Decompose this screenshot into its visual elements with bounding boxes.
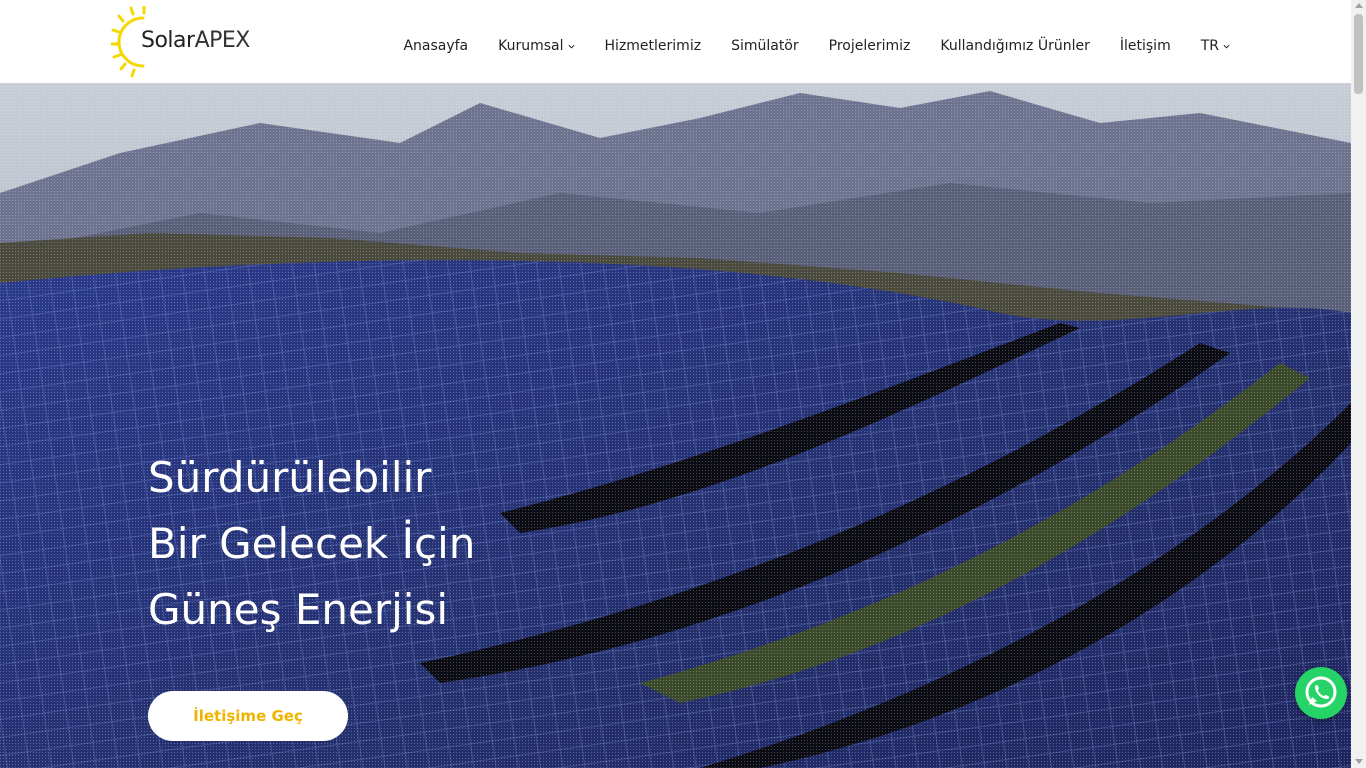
nav-label: Kullandığımız Ürünler bbox=[940, 38, 1090, 54]
nav-label: Anasayfa bbox=[403, 38, 469, 54]
logo-solar: Solar bbox=[141, 28, 195, 53]
logo-apex: APEX bbox=[194, 28, 251, 53]
logo-wordmark: SolarAPEX bbox=[141, 28, 250, 53]
nav-label: Kurumsal bbox=[498, 38, 564, 54]
hero-title-line: Bir Gelecek İçin bbox=[148, 519, 476, 568]
nav-label: Hizmetlerimiz bbox=[604, 38, 702, 54]
hero-section: Sürdürülebilir Bir Gelecek İçin Güneş En… bbox=[0, 83, 1351, 768]
whatsapp-icon bbox=[1305, 676, 1337, 708]
solarapex-logo[interactable]: SolarAPEX bbox=[111, 6, 251, 78]
chevron-down-icon bbox=[568, 44, 575, 49]
nav-item-projelerimiz[interactable]: Projelerimiz bbox=[829, 38, 911, 54]
main-nav: Anasayfa Kurumsal Hizmetlerimiz Simülatö… bbox=[403, 36, 1230, 56]
nav-item-simulator[interactable]: Simülatör bbox=[731, 38, 799, 54]
nav-label: İletişim bbox=[1119, 38, 1171, 54]
nav-item-urunler[interactable]: Kullandığımız Ürünler bbox=[940, 38, 1089, 54]
scrollbar-thumb[interactable] bbox=[1354, 14, 1363, 94]
contact-cta-button[interactable]: İletişime Geç bbox=[148, 691, 348, 741]
language-selector[interactable]: TR bbox=[1201, 38, 1230, 54]
hero-title-line: Sürdürülebilir bbox=[148, 453, 432, 502]
nav-label: Simülatör bbox=[731, 38, 799, 54]
nav-label: Projelerimiz bbox=[828, 38, 911, 54]
page-scrollbar[interactable] bbox=[1351, 0, 1366, 768]
hero-background-image bbox=[0, 83, 1351, 768]
chevron-down-icon bbox=[1223, 44, 1230, 49]
nav-item-iletisim[interactable]: İletişim bbox=[1120, 38, 1171, 54]
hero-title-line: Güneş Enerjisi bbox=[148, 585, 449, 634]
hero-title: Sürdürülebilir Bir Gelecek İçin Güneş En… bbox=[148, 445, 475, 643]
whatsapp-chat-button[interactable] bbox=[1295, 667, 1347, 719]
site-header: SolarAPEX Anasayfa Kurumsal Hizmetlerimi… bbox=[0, 0, 1351, 83]
nav-item-anasayfa[interactable]: Anasayfa bbox=[403, 38, 468, 54]
nav-label: TR bbox=[1200, 38, 1219, 54]
nav-item-hizmetlerimiz[interactable]: Hizmetlerimiz bbox=[605, 38, 702, 54]
scroll-up-arrow-icon[interactable] bbox=[1355, 3, 1363, 8]
nav-item-kurumsal[interactable]: Kurumsal bbox=[498, 38, 575, 54]
scroll-down-arrow-icon[interactable] bbox=[1355, 759, 1363, 764]
